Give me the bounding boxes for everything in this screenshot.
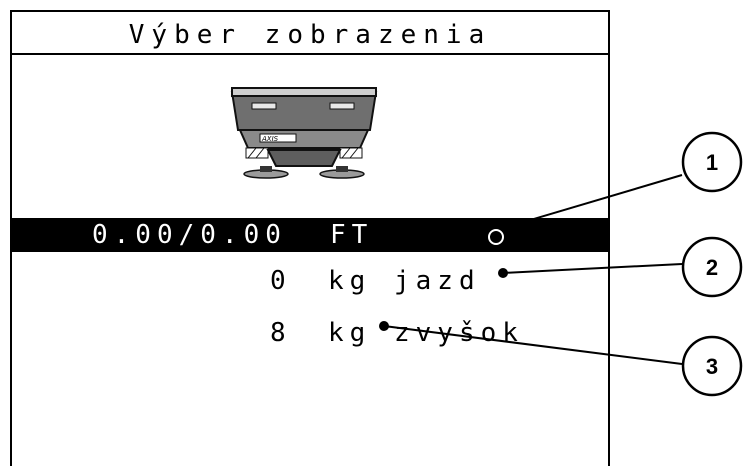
callout-line-1 [499, 174, 683, 230]
callout-line-3 [383, 325, 683, 365]
callout-dot-3 [379, 321, 389, 331]
callout-number-1: 1 [706, 150, 718, 175]
callout-number-3: 3 [706, 354, 718, 379]
callout-number-2: 2 [706, 255, 718, 280]
callout-overlay: 1 2 3 [379, 131, 743, 397]
callout-dot-2 [498, 268, 508, 278]
callout-line-2 [501, 263, 683, 274]
